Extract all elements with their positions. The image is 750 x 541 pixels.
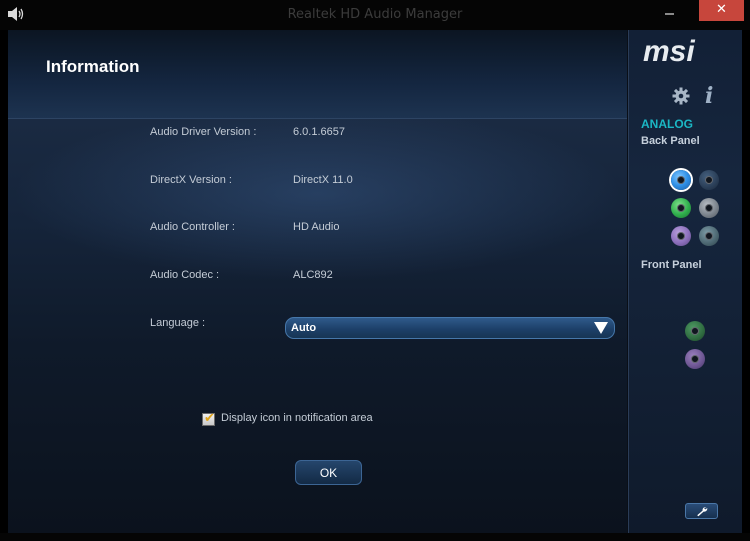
audio-codec-value: ALC892	[293, 269, 333, 281]
checkmark-icon: ✔	[204, 411, 215, 426]
ok-button-label: OK	[319, 466, 338, 480]
gear-icon[interactable]	[672, 87, 690, 105]
page-title: Information	[46, 57, 140, 76]
language-dropdown[interactable]: Auto	[285, 317, 615, 339]
header: Information	[8, 30, 627, 118]
back-jack-purple[interactable]	[671, 226, 691, 246]
back-jack-green-line-out[interactable]	[671, 198, 691, 218]
audio-codec-label: Audio Codec :	[150, 269, 220, 281]
notification-checkbox[interactable]: ✔	[202, 411, 215, 426]
window-frame: Information Audio Driver Version : 6.0.1…	[8, 30, 742, 533]
msi-logo: msi	[643, 36, 695, 66]
front-jack-green[interactable]	[685, 321, 705, 341]
settings-wrench-button[interactable]	[685, 503, 718, 519]
language-label: Language :	[150, 317, 206, 329]
title-bar: Realtek HD Audio Manager ✕	[0, 0, 750, 30]
notification-checkbox-label[interactable]: Display icon in notification area	[221, 412, 373, 424]
information-content: Audio Driver Version : 6.0.1.6657 Direct…	[8, 118, 627, 533]
window-bottom-border	[0, 533, 750, 541]
dropdown-arrow-icon[interactable]	[594, 322, 608, 334]
driver-version-value: 6.0.1.6657	[293, 126, 345, 138]
svg-text:msi: msi	[643, 36, 695, 66]
directx-version-label: DirectX Version :	[150, 174, 232, 186]
audio-controller-label: Audio Controller :	[150, 221, 235, 233]
back-jack-grey[interactable]	[699, 198, 719, 218]
audio-controller-value: HD Audio	[293, 221, 340, 233]
back-panel-label: Back Panel	[641, 135, 700, 147]
language-selected-value: Auto	[291, 322, 317, 334]
driver-version-label: Audio Driver Version :	[150, 126, 257, 138]
close-icon: ✕	[716, 2, 727, 17]
back-jack-blue-dim[interactable]	[699, 170, 719, 190]
side-panel: msi i ANALOG Back Panel Front Panel	[628, 30, 742, 533]
main-panel: Information Audio Driver Version : 6.0.1…	[8, 30, 627, 533]
analog-heading: ANALOG	[641, 117, 693, 131]
directx-version-value: DirectX 11.0	[293, 174, 353, 186]
window-title: Realtek HD Audio Manager	[287, 7, 463, 22]
back-jack-teal-dim[interactable]	[699, 226, 719, 246]
front-panel-label: Front Panel	[641, 259, 702, 271]
front-jack-purple[interactable]	[685, 349, 705, 369]
back-jack-blue-line-in[interactable]	[671, 170, 691, 190]
info-icon[interactable]: i	[705, 83, 713, 109]
ok-button[interactable]: OK	[295, 460, 362, 485]
close-button[interactable]: ✕	[699, 0, 744, 21]
minimize-button[interactable]	[657, 0, 681, 21]
wrench-icon	[697, 507, 708, 517]
